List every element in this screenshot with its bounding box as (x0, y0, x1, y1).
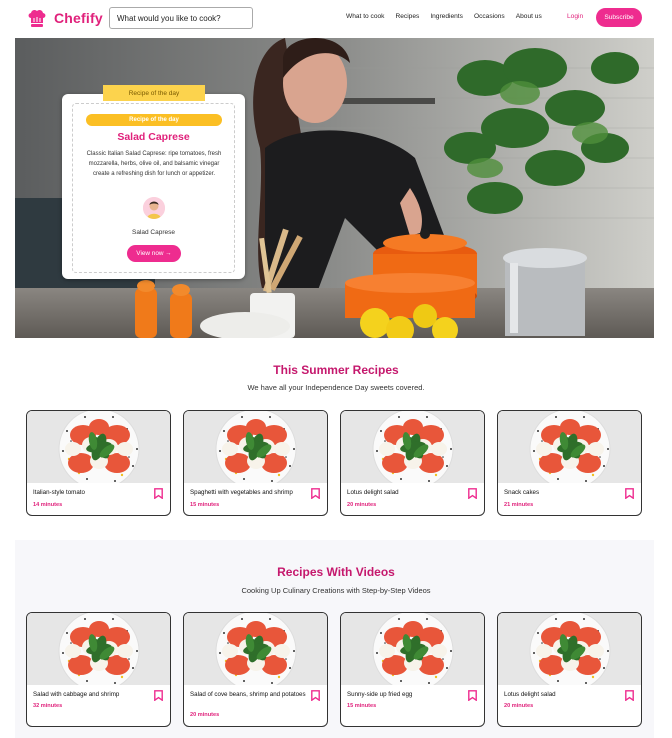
nav-item-what-to-cook[interactable]: What to cook (346, 13, 384, 20)
recipe-card-title: Salad with cabbage and shrimp (33, 691, 120, 698)
chef-hat-icon (28, 9, 46, 27)
avatar (143, 197, 165, 219)
recipe-card-title: Sunny-side up fried egg (347, 691, 413, 698)
recipe-card[interactable]: Spaghetti with vegetables and shrimp 15 … (183, 410, 328, 516)
salad-image (27, 613, 170, 685)
recipe-card[interactable]: Italian-style tomato 14 minutes (26, 410, 171, 516)
salad-image (27, 411, 170, 483)
recipe-of-the-day-tab: Recipe of the day (103, 85, 205, 101)
logo[interactable]: Chefify (26, 7, 103, 29)
salad-image (341, 411, 484, 483)
recipe-card-title: Snack cakes (504, 489, 540, 496)
search-input[interactable] (109, 7, 253, 29)
bookmark-icon[interactable] (311, 488, 320, 499)
salad-image (498, 411, 641, 483)
bookmark-icon[interactable] (154, 690, 163, 701)
header: Chefify What to cook Recipes Ingredients… (0, 0, 672, 36)
recipe-card-time: 15 minutes (190, 502, 220, 508)
salad-image (498, 613, 641, 685)
recipe-card-time: 21 minutes (504, 502, 534, 508)
bookmark-icon[interactable] (154, 488, 163, 499)
bookmark-icon[interactable] (468, 488, 477, 499)
main-nav: What to cook Recipes Ingredients Occasio… (346, 13, 553, 20)
video-recipe-card[interactable]: Salad of cove beans, shrimp and potatoes… (183, 612, 328, 727)
recipe-card-title: Lotus delight salad (347, 489, 399, 496)
summer-section-title: This Summer Recipes (273, 363, 399, 377)
video-recipe-card[interactable]: Sunny-side up fried egg 15 minutes (340, 612, 485, 727)
recipe-card-title: Italian-style tomato (33, 489, 85, 496)
salad-image (184, 613, 327, 685)
recipe-card[interactable]: Snack cakes 21 minutes (497, 410, 642, 516)
recipe-card-time: 20 minutes (190, 712, 220, 718)
videos-section-title: Recipes With Videos (277, 565, 395, 579)
nav-item-recipes[interactable]: Recipes (395, 13, 419, 20)
bookmark-icon[interactable] (625, 690, 634, 701)
recipe-card-title: Spaghetti with vegetables and shrimp (190, 489, 293, 496)
recipe-card-time: 15 minutes (347, 703, 377, 709)
recipe-card-time: 20 minutes (504, 703, 534, 709)
view-now-button[interactable]: View now → (127, 245, 181, 262)
recipe-card-title: Lotus delight salad (504, 691, 556, 698)
salad-image (341, 613, 484, 685)
bookmark-icon[interactable] (625, 488, 634, 499)
recipe-description: Classic Italian Salad Caprese: ripe toma… (86, 151, 222, 178)
recipe-card[interactable]: Lotus delight salad 20 minutes (340, 410, 485, 516)
recipe-card-title: Salad of cove beans, shrimp and potatoes (190, 691, 306, 698)
subscribe-button[interactable]: Subscribe (596, 8, 642, 27)
avatar-icon (143, 197, 165, 219)
recipe-card-time: 14 minutes (33, 502, 63, 508)
videos-section-subtitle: Cooking Up Culinary Creations with Step-… (241, 586, 431, 595)
recipe-author: Salad Caprese (132, 229, 175, 236)
nav-item-ingredients[interactable]: Ingredients (430, 13, 463, 20)
recipe-card-time: 20 minutes (347, 502, 377, 508)
nav-item-occasions[interactable]: Occasions (474, 13, 505, 20)
recipe-card-time: 32 minutes (33, 703, 63, 709)
logo-text: Chefify (54, 10, 103, 26)
nav-item-about-us[interactable]: About us (516, 13, 542, 20)
recipe-of-the-day-badge: Recipe of the day (86, 114, 222, 126)
video-recipe-card[interactable]: Lotus delight salad 20 minutes (497, 612, 642, 727)
login-link[interactable]: Login (567, 13, 583, 20)
salad-image (184, 411, 327, 483)
bookmark-icon[interactable] (311, 690, 320, 701)
bookmark-icon[interactable] (468, 690, 477, 701)
video-recipe-card[interactable]: Salad with cabbage and shrimp 32 minutes (26, 612, 171, 727)
recipe-title[interactable]: Salad Caprese (72, 131, 235, 143)
summer-section-subtitle: We have all your Independence Day sweets… (247, 383, 425, 392)
